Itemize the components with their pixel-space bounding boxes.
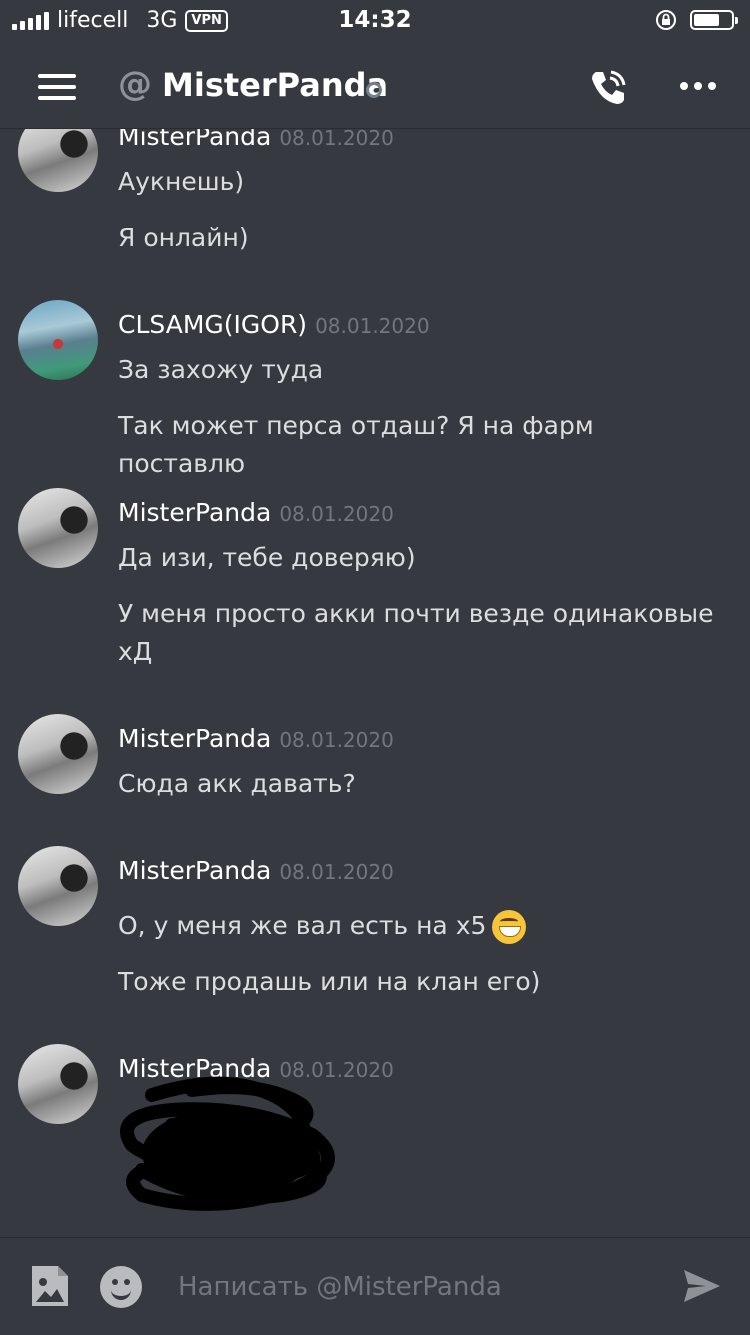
message-list[interactable]: MisterPanda 08.01.2020 Аукнешь) Я онлайн)… (0, 129, 750, 1237)
offline-status-icon (366, 82, 382, 98)
more-options-button[interactable] (680, 82, 716, 90)
message-text: Да изи, тебе доверяю) (118, 543, 416, 572)
status-bar: lifecell 3G VPN 14:32 (0, 0, 750, 44)
user-avatar[interactable] (18, 129, 98, 192)
message-composer (0, 1237, 750, 1335)
message-author[interactable]: MisterPanda 08.01.2020 (118, 724, 394, 753)
send-icon[interactable] (682, 1268, 722, 1304)
message-timestamp: 08.01.2020 (315, 314, 430, 338)
at-icon: @ (118, 64, 152, 104)
message-author[interactable]: MisterPanda 08.01.2020 (118, 856, 394, 885)
user-avatar[interactable] (18, 846, 98, 926)
user-avatar[interactable] (18, 300, 98, 380)
message-text: У меня просто акки почти везде одинаковы… (118, 599, 714, 666)
message-input[interactable] (170, 1266, 666, 1308)
call-button[interactable] (586, 66, 630, 110)
user-avatar[interactable] (18, 1044, 98, 1124)
channel-header: @ MisterPanda (0, 44, 750, 129)
image-upload-icon[interactable] (30, 1264, 70, 1308)
message-text: Аукнешь) (118, 167, 245, 196)
emoji-picker-icon[interactable] (100, 1266, 142, 1308)
status-right (654, 8, 738, 32)
clock: 14:32 (338, 7, 412, 33)
message-text: Я онлайн) (118, 223, 249, 252)
message-timestamp: 08.01.2020 (279, 502, 394, 526)
message-author[interactable]: MisterPanda 08.01.2020 (118, 498, 394, 527)
message-author[interactable]: MisterPanda 08.01.2020 (118, 129, 394, 151)
user-avatar[interactable] (18, 714, 98, 794)
message-text: О, у меня же вал есть на х5 (118, 907, 728, 945)
battery-icon (690, 10, 738, 30)
grinning-emoji-icon (492, 910, 527, 944)
message-timestamp: 08.01.2020 (279, 728, 394, 752)
user-avatar[interactable] (18, 488, 98, 568)
rotation-lock-icon (656, 10, 676, 30)
message-text: Тоже продашь или на клан его) (118, 967, 541, 996)
message-timestamp: 08.01.2020 (279, 860, 394, 884)
message-text: Сюда акк давать? (118, 769, 356, 798)
message-author[interactable]: CLSAMG(IGOR) 08.01.2020 (118, 310, 430, 339)
hamburger-menu-button[interactable] (38, 74, 76, 100)
message-text: За захожу туда (118, 355, 324, 384)
redaction-scribble (120, 1076, 335, 1211)
dm-title: MisterPanda (162, 66, 389, 104)
message-text: Так может перса отдаш? Я на фарм поставл… (118, 411, 594, 478)
message-timestamp: 08.01.2020 (279, 129, 394, 150)
